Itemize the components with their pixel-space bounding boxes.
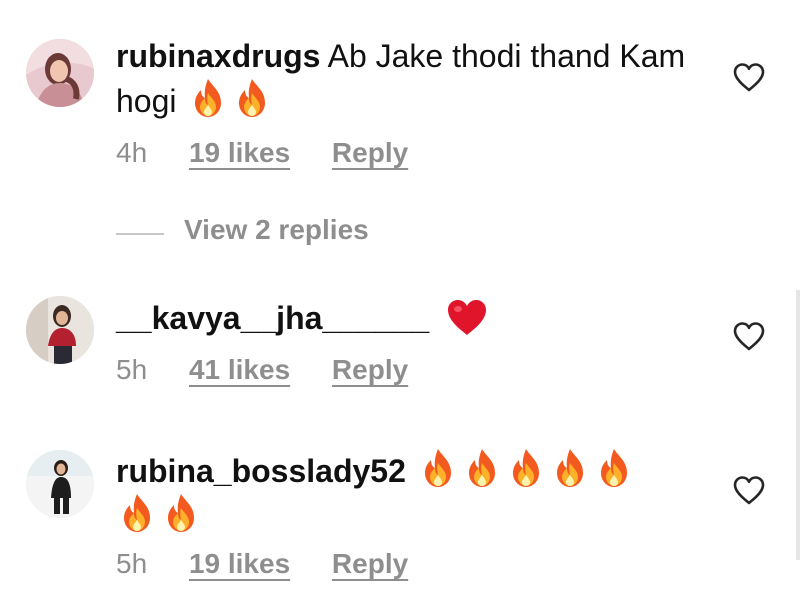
fire-emoji-icon xyxy=(164,493,198,533)
comment-text: __kavya__jha______ xyxy=(116,296,489,340)
comment-username[interactable]: __kavya__jha______ xyxy=(116,300,429,336)
avatar[interactable] xyxy=(26,39,94,107)
likes-count-link[interactable]: 19 likes xyxy=(189,137,290,169)
fire-emoji-icon xyxy=(191,78,225,118)
avatar[interactable] xyxy=(26,450,94,518)
fire-emoji-icon xyxy=(553,448,587,488)
heart-outline-icon[interactable] xyxy=(732,62,766,92)
reply-button[interactable]: Reply xyxy=(332,548,408,580)
fire-emoji-icon xyxy=(509,448,543,488)
comment-meta: 5h 19 likes Reply xyxy=(116,548,408,580)
reply-button[interactable]: Reply xyxy=(332,137,408,169)
fire-emoji-icon xyxy=(597,448,631,488)
fire-emoji-icon xyxy=(421,448,455,488)
red-heart-emoji-icon xyxy=(448,300,487,335)
heart-outline-icon[interactable] xyxy=(732,475,766,505)
comment-meta: 5h 41 likes Reply xyxy=(116,354,408,386)
comment-time: 5h xyxy=(116,548,148,579)
fire-emoji-icon xyxy=(465,448,499,488)
fire-emoji-icon xyxy=(235,78,269,118)
comment-time: 5h xyxy=(116,354,148,385)
avatar[interactable] xyxy=(26,296,94,364)
comment-meta: 4h 19 likes Reply xyxy=(116,137,408,169)
heart-outline-icon[interactable] xyxy=(732,321,766,351)
likes-count-link[interactable]: 41 likes xyxy=(189,354,290,386)
comment-text: rubina_bosslady52 xyxy=(116,448,696,538)
comment-username[interactable]: rubinaxdrugs xyxy=(116,38,320,74)
scrollbar[interactable] xyxy=(796,290,800,560)
comment-time: 4h xyxy=(116,137,148,168)
likes-count-link[interactable]: 19 likes xyxy=(189,548,290,580)
comment-text: rubinaxdrugs Ab Jake thodi thand Kam hog… xyxy=(116,34,696,123)
comment-username[interactable]: rubina_bosslady52 xyxy=(116,453,406,489)
reply-button[interactable]: Reply xyxy=(332,354,408,386)
view-replies-label[interactable]: View 2 replies xyxy=(184,214,369,246)
divider-line xyxy=(116,233,164,235)
fire-emoji-icon xyxy=(120,493,154,533)
